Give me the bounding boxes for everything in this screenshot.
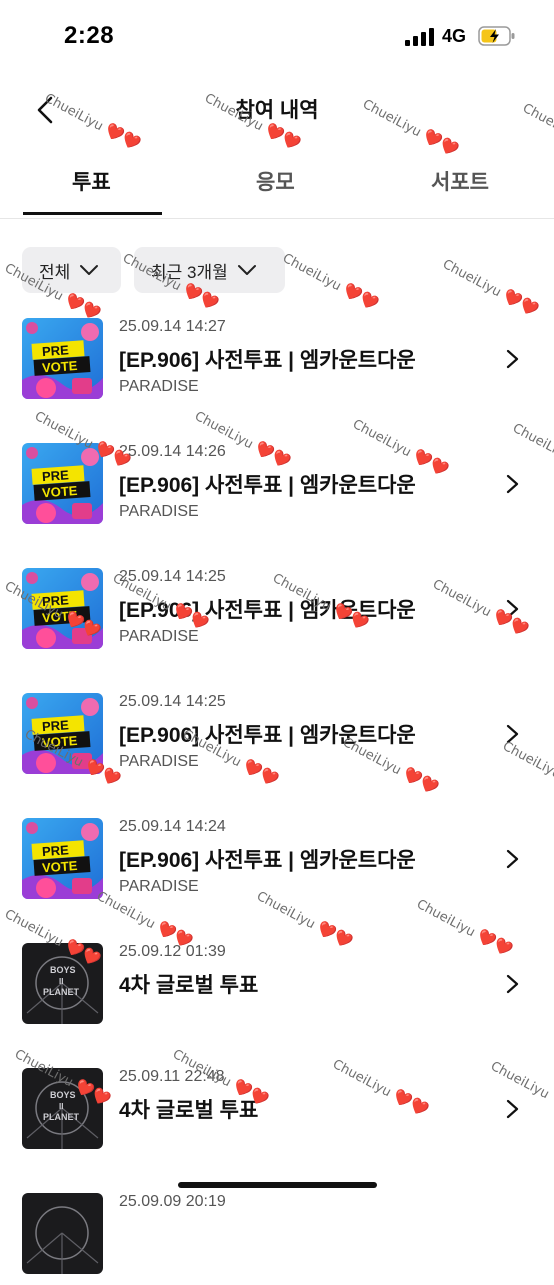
item-date: 25.09.14 14:24 [119, 818, 226, 835]
list-item[interactable]: BOYS II PLANET 25.09.11 22:48 4차 글로벌 투표 [0, 1060, 554, 1160]
item-artist: PARADISE [119, 628, 199, 645]
item-title: [EP.906] 사전투표 | 엠카운트다운 [119, 599, 416, 622]
thumbnail-text: PRE [42, 592, 70, 609]
watermark: ChueiLiyu ❤️❤️ [279, 248, 382, 314]
event-thumbnail: PRE VOTE [22, 818, 103, 899]
thumbnail-text: VOTE [42, 483, 79, 500]
chevron-down-icon [237, 265, 256, 275]
event-thumbnail: PRE VOTE [22, 568, 103, 649]
filter-all-label: 전체 [39, 262, 71, 282]
thumbnail-text: VOTE [42, 608, 79, 625]
chevron-down-icon [80, 265, 99, 275]
event-thumbnail: PRE VOTE [22, 443, 103, 524]
thumbnail-text: VOTE [42, 358, 79, 375]
thumbnail-text: PRE [42, 717, 70, 734]
thumbnail-text: BOYS [50, 1090, 76, 1100]
thumbnail-text: PLANET [43, 987, 80, 997]
item-date: 25.09.11 22:48 [119, 1068, 225, 1085]
item-date: 25.09.14 14:27 [119, 318, 226, 335]
item-artist: PARADISE [119, 503, 199, 520]
heart-icon: ❤️❤️ [340, 280, 382, 314]
list-item[interactable]: BOYS II PLANET 25.09.12 01:39 4차 글로벌 투표 [0, 935, 554, 1035]
thumbnail-text: PRE [42, 342, 70, 359]
chevron-right-icon [506, 974, 519, 994]
thumbnail-text: II [59, 1102, 63, 1111]
item-artist: PARADISE [119, 378, 199, 395]
tab-bar: 투표 응모 서포트 [0, 158, 554, 219]
signal-icon [405, 28, 434, 46]
event-thumbnail: PRE VOTE [22, 318, 103, 399]
chevron-right-icon [506, 474, 519, 494]
item-date: 25.09.09 20:19 [119, 1193, 226, 1210]
chevron-right-icon [506, 724, 519, 744]
event-thumbnail [22, 1193, 103, 1274]
item-date: 25.09.14 14:25 [119, 693, 226, 710]
thumbnail-text: VOTE [42, 733, 79, 750]
thumbnail-text: BOYS [50, 965, 76, 975]
tab-vote[interactable]: 투표 [72, 166, 111, 196]
item-title: 4차 글로벌 투표 [119, 1099, 259, 1122]
active-tab-indicator [23, 212, 162, 215]
event-thumbnail: BOYS II PLANET [22, 943, 103, 1024]
list-item[interactable]: PRE VOTE 25.09.14 14:27 [EP.906] 사전투표 | … [0, 310, 554, 410]
item-title: 4차 글로벌 투표 [119, 974, 259, 997]
filter-all-dropdown[interactable]: 전체 [22, 247, 121, 293]
page-title: 참여 내역 [235, 99, 319, 122]
watermark-text: ChueiLiyu [279, 250, 344, 295]
home-indicator [178, 1182, 377, 1188]
item-title: [EP.906] 사전투표 | 엠카운트다운 [119, 349, 416, 372]
item-title: [EP.906] 사전투표 | 엠카운트다운 [119, 849, 416, 872]
watermark-text: ChueiLiyu [439, 256, 504, 301]
battery-charging-icon [478, 26, 515, 46]
filter-period-label: 최근 3개월 [151, 262, 228, 282]
list-item[interactable]: 25.09.09 20:19 [0, 1185, 554, 1285]
thumbnail-text: II [59, 977, 63, 986]
item-artist: PARADISE [119, 753, 199, 770]
tab-entry[interactable]: 응모 [256, 166, 295, 196]
item-artist: PARADISE [119, 878, 199, 895]
network-label: 4G [442, 26, 467, 46]
status-bar: 2:28 4G [0, 0, 554, 72]
chevron-right-icon [506, 349, 519, 369]
item-date: 25.09.12 01:39 [119, 943, 226, 960]
item-title: [EP.906] 사전투표 | 엠카운트다운 [119, 724, 416, 747]
chevron-right-icon [506, 1099, 519, 1119]
thumbnail-text: VOTE [42, 858, 79, 875]
item-date: 25.09.14 14:25 [119, 568, 226, 585]
thumbnail-text: PLANET [43, 1112, 80, 1122]
item-title: [EP.906] 사전투표 | 엠카운트다운 [119, 474, 416, 497]
thumbnail-text: PRE [42, 467, 70, 484]
item-date: 25.09.14 14:26 [119, 443, 226, 460]
list-item[interactable]: PRE VOTE 25.09.14 14:25 [EP.906] 사전투표 | … [0, 560, 554, 660]
status-time: 2:28 [64, 22, 115, 49]
chevron-right-icon [506, 599, 519, 619]
event-thumbnail: BOYS II PLANET [22, 1068, 103, 1149]
tab-support[interactable]: 서포트 [431, 166, 489, 196]
list-item[interactable]: PRE VOTE 25.09.14 14:24 [EP.906] 사전투표 | … [0, 810, 554, 910]
list-item[interactable]: PRE VOTE 25.09.14 14:25 [EP.906] 사전투표 | … [0, 685, 554, 785]
filter-period-dropdown[interactable]: 최근 3개월 [134, 247, 285, 293]
chevron-right-icon [506, 849, 519, 869]
list-item[interactable]: PRE VOTE 25.09.14 14:26 [EP.906] 사전투표 | … [0, 435, 554, 535]
event-thumbnail: PRE VOTE [22, 693, 103, 774]
thumbnail-text: PRE [42, 842, 70, 859]
header: 참여 내역 [0, 84, 554, 134]
